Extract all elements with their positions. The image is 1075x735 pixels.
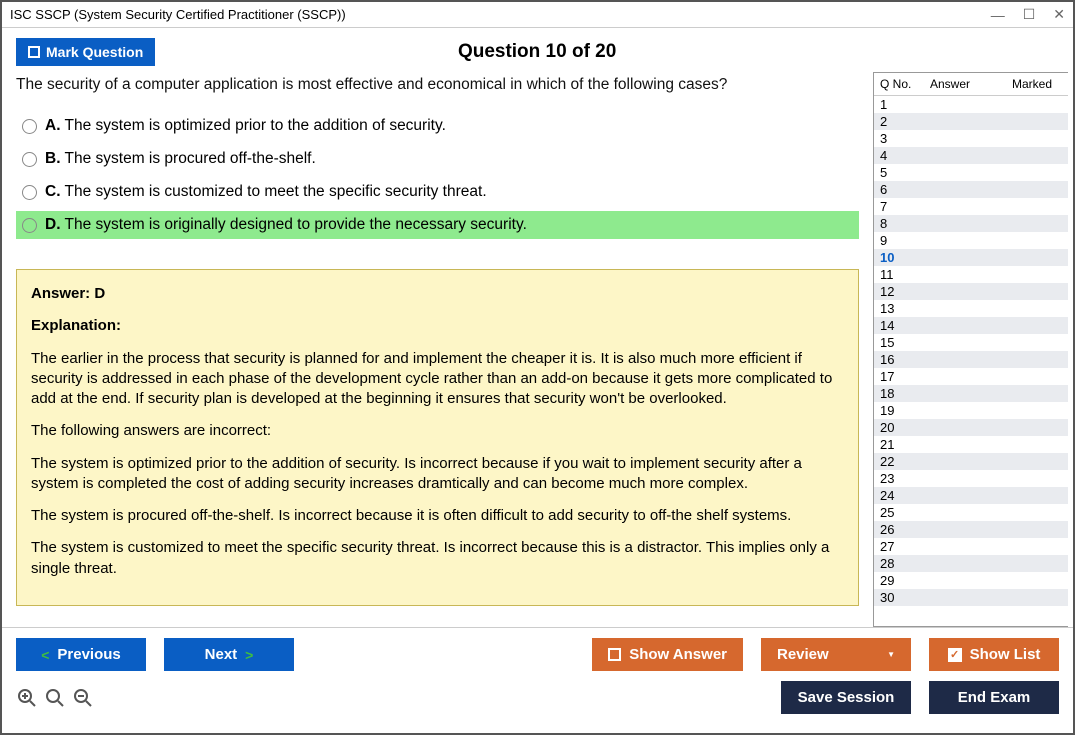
option-A[interactable]: A. The system is optimized prior to the … xyxy=(16,112,859,140)
sidebar-list[interactable]: 1234567891011121314151617181920212223242… xyxy=(874,96,1068,626)
question-row-10[interactable]: 10 xyxy=(874,249,1068,266)
question-row-12[interactable]: 12 xyxy=(874,283,1068,300)
question-row-1[interactable]: 1 xyxy=(874,96,1068,113)
zoom-controls xyxy=(16,687,94,709)
question-row-5[interactable]: 5 xyxy=(874,164,1068,181)
question-row-23[interactable]: 23 xyxy=(874,470,1068,487)
question-row-13[interactable]: 13 xyxy=(874,300,1068,317)
question-row-14[interactable]: 14 xyxy=(874,317,1068,334)
chevron-right-icon: > xyxy=(245,647,253,663)
question-row-28[interactable]: 28 xyxy=(874,555,1068,572)
question-row-19[interactable]: 19 xyxy=(874,402,1068,419)
question-row-16[interactable]: 16 xyxy=(874,351,1068,368)
square-icon xyxy=(608,648,621,661)
radio-icon xyxy=(22,185,37,200)
option-C[interactable]: C. The system is customized to meet the … xyxy=(16,178,859,206)
question-row-21[interactable]: 21 xyxy=(874,436,1068,453)
question-row-11[interactable]: 11 xyxy=(874,266,1068,283)
zoom-in-icon[interactable] xyxy=(44,687,66,709)
explanation-p3: The system is optimized prior to the add… xyxy=(31,454,844,495)
question-row-6[interactable]: 6 xyxy=(874,181,1068,198)
option-B[interactable]: B. The system is procured off-the-shelf. xyxy=(16,145,859,173)
explanation-head: Explanation: xyxy=(31,316,844,336)
question-row-7[interactable]: 7 xyxy=(874,198,1068,215)
question-row-15[interactable]: 15 xyxy=(874,334,1068,351)
question-row-9[interactable]: 9 xyxy=(874,232,1068,249)
question-row-8[interactable]: 8 xyxy=(874,215,1068,232)
question-row-3[interactable]: 3 xyxy=(874,130,1068,147)
review-button[interactable]: Review ▼ xyxy=(761,638,911,671)
col-answer: Answer xyxy=(920,77,1012,91)
question-row-4[interactable]: 4 xyxy=(874,147,1068,164)
question-row-24[interactable]: 24 xyxy=(874,487,1068,504)
header: Mark Question Question 10 of 20 xyxy=(2,28,1073,72)
answer-explanation: Answer: D Explanation: The earlier in th… xyxy=(16,269,859,606)
window-title: ISC SSCP (System Security Certified Prac… xyxy=(10,7,346,22)
footer: < Previous Next > Show Answer Review ▼ ✓… xyxy=(2,627,1073,724)
mark-question-button[interactable]: Mark Question xyxy=(16,38,155,66)
check-icon: ✓ xyxy=(948,648,962,662)
maximize-icon[interactable]: ☐ xyxy=(1023,6,1036,23)
zoom-out-icon[interactable] xyxy=(72,687,94,709)
question-row-30[interactable]: 30 xyxy=(874,589,1068,606)
question-row-20[interactable]: 20 xyxy=(874,419,1068,436)
chevron-left-icon: < xyxy=(41,647,49,663)
radio-icon xyxy=(22,119,37,134)
question-text: The security of a computer application i… xyxy=(16,76,859,94)
question-content: The security of a computer application i… xyxy=(2,72,873,627)
option-D[interactable]: D. The system is originally designed to … xyxy=(16,211,859,239)
question-counter: Question 10 of 20 xyxy=(155,41,919,63)
previous-button[interactable]: < Previous xyxy=(16,638,146,671)
window-controls: — ☐ ✕ xyxy=(991,6,1065,23)
main: The security of a computer application i… xyxy=(2,72,1073,627)
explanation-p1: The earlier in the process that security… xyxy=(31,349,844,410)
question-row-25[interactable]: 25 xyxy=(874,504,1068,521)
checkbox-icon xyxy=(28,46,40,58)
question-row-27[interactable]: 27 xyxy=(874,538,1068,555)
save-session-button[interactable]: Save Session xyxy=(781,681,911,714)
question-row-2[interactable]: 2 xyxy=(874,113,1068,130)
question-list-sidebar: Q No. Answer Marked 12345678910111213141… xyxy=(873,72,1068,627)
show-answer-button[interactable]: Show Answer xyxy=(592,638,743,671)
close-icon[interactable]: ✕ xyxy=(1053,6,1065,23)
radio-icon xyxy=(22,152,37,167)
next-button[interactable]: Next > xyxy=(164,638,294,671)
radio-icon xyxy=(22,218,37,233)
question-row-26[interactable]: 26 xyxy=(874,521,1068,538)
question-row-22[interactable]: 22 xyxy=(874,453,1068,470)
explanation-p2: The following answers are incorrect: xyxy=(31,421,844,441)
answer-head: Answer: D xyxy=(31,284,844,304)
explanation-p5: The system is customized to meet the spe… xyxy=(31,538,844,579)
zoom-reset-icon[interactable] xyxy=(16,687,38,709)
explanation-p4: The system is procured off-the-shelf. Is… xyxy=(31,506,844,526)
col-qno: Q No. xyxy=(880,77,920,91)
titlebar: ISC SSCP (System Security Certified Prac… xyxy=(2,2,1073,28)
question-row-18[interactable]: 18 xyxy=(874,385,1068,402)
end-exam-button[interactable]: End Exam xyxy=(929,681,1059,714)
question-row-17[interactable]: 17 xyxy=(874,368,1068,385)
show-list-button[interactable]: ✓ Show List xyxy=(929,638,1059,671)
minimize-icon[interactable]: — xyxy=(991,7,1005,23)
chevron-down-icon: ▼ xyxy=(887,650,895,659)
col-marked: Marked xyxy=(1012,77,1062,91)
question-row-29[interactable]: 29 xyxy=(874,572,1068,589)
sidebar-header: Q No. Answer Marked xyxy=(874,73,1068,96)
